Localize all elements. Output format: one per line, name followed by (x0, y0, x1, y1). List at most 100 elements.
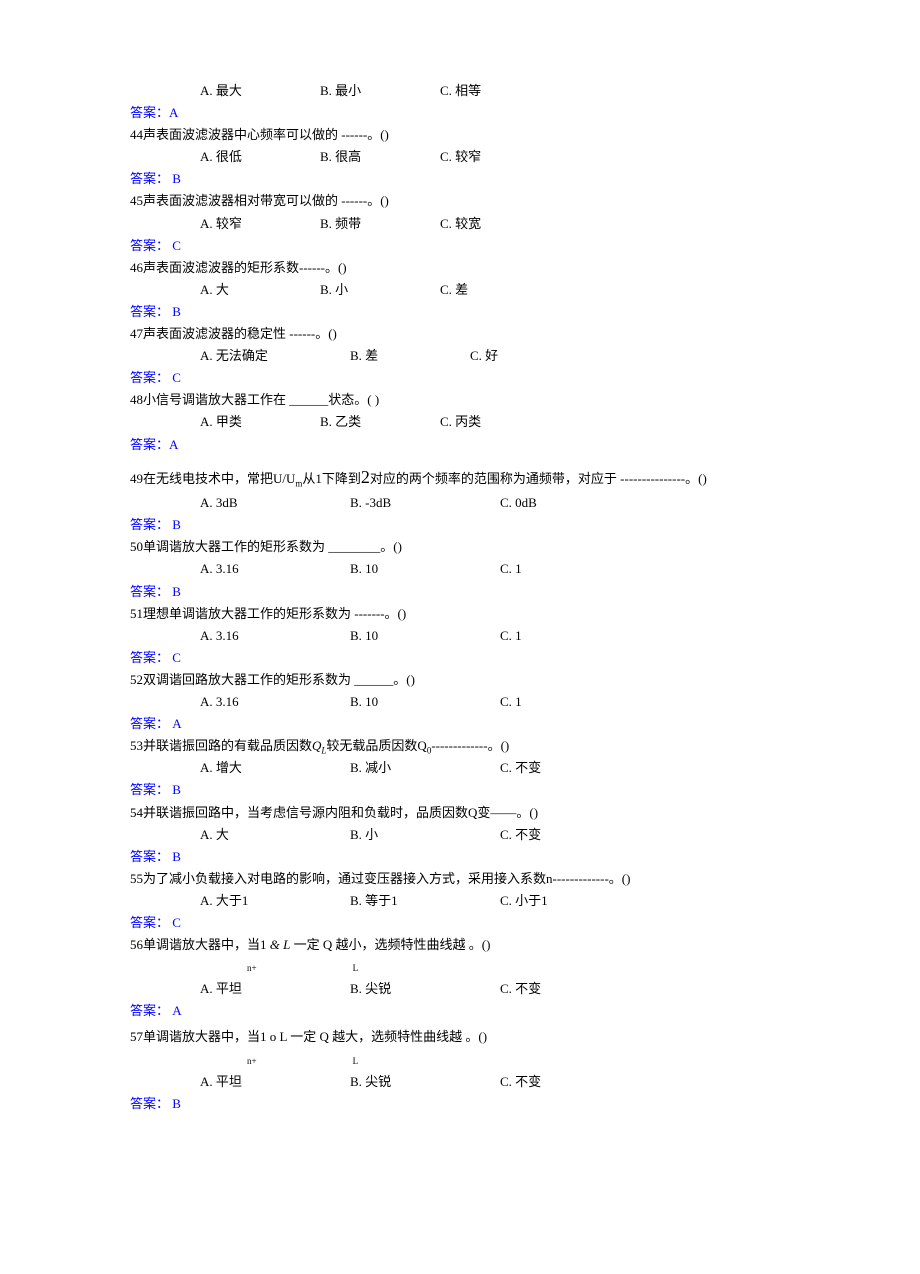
question-body: 声表面波滤波器的稳定性 ------。() (143, 326, 337, 341)
question-body: 双调谐回路放大器工作的矩形系数为 ______。() (143, 672, 415, 687)
option-a: A. 大 (200, 279, 320, 301)
options-row: A. 3dB B. -3dB C. 0dB (130, 492, 790, 514)
question-text: 57 单调谐放大器中， 当1 o L 一定 Q 越大， n+L 选频特性曲线越 … (130, 1026, 790, 1070)
option-c: C. 不变 (500, 757, 620, 779)
question-block: 57 单调谐放大器中， 当1 o L 一定 Q 越大， n+L 选频特性曲线越 … (130, 1026, 790, 1114)
option-b: B. 等于1 (350, 890, 500, 912)
options-row: A. 大于1 B. 等于1 C. 小于1 (130, 890, 790, 912)
question-block: 56 单调谐放大器中， 当1 & L 一定 Q 越小， n+L 选频特性曲线越 … (130, 934, 790, 1022)
question-text: 53并联谐振回路的有载品质因数QL较无载品质因数Q0-------------。… (130, 735, 790, 757)
options-row: A. 3.16 B. 10 C. 1 (130, 691, 790, 713)
option-a: A. 很低 (200, 146, 320, 168)
option-a: A. 增大 (200, 757, 350, 779)
option-b: B. -3dB (350, 492, 500, 514)
options-row: A. 较窄 B. 频带 C. 较宽 (130, 213, 790, 235)
question-text: 49在无线电技术中，常把U/Um从1下降到2对应的两个频率的范围称为通频带，对应… (130, 462, 790, 493)
options-row: A. 平坦 B. 尖锐 C. 不变 (130, 978, 790, 1000)
question-num: 50 (130, 539, 143, 554)
question-body: 声表面波滤波器中心频率可以做的 ------。() (143, 127, 389, 142)
question-text: 55为了减小负载接入对电路的影响，通过变压器接入方式，采用接入系数n------… (130, 868, 790, 890)
question-block: 54并联谐振回路中，当考虑信号源内阻和负载时，品质因数Q变——。() A. 大 … (130, 802, 790, 868)
option-b: B. 很高 (320, 146, 440, 168)
option-a: A. 平坦 (200, 978, 350, 1000)
question-text: 47声表面波滤波器的稳定性 ------。() (130, 323, 790, 345)
q-text-part: 从1下降到 (302, 471, 361, 486)
answer: 答案： B (130, 168, 790, 190)
option-b: B. 减小 (350, 757, 500, 779)
subscript: L (353, 963, 359, 973)
question-num: 55 (130, 871, 143, 886)
subscript: L (353, 1056, 359, 1066)
amp-symbol: & (270, 937, 283, 952)
option-c: C. 丙类 (440, 411, 560, 433)
q-text-part: 对应的两个频率的范围称为通频带，对应于 ---------------。() (370, 471, 707, 486)
question-body: 并联谐振回路中，当考虑信号源内阻和负载时，品质因数Q变——。() (143, 805, 538, 820)
option-a: A. 大 (200, 824, 350, 846)
options-row: A. 平坦 B. 尖锐 C. 不变 (130, 1071, 790, 1093)
option-c: C. 0dB (500, 492, 620, 514)
q-text-part: 一定 Q (290, 937, 332, 952)
question-text: 56 单调谐放大器中， 当1 & L 一定 Q 越小， n+L 选频特性曲线越 … (130, 934, 790, 978)
q-text-part: -------------。() (431, 738, 509, 753)
answer: 答案： A (130, 1000, 790, 1022)
question-body: 声表面波滤波器相对带宽可以做的 ------。() (143, 193, 389, 208)
option-c: C. 不变 (500, 1071, 620, 1093)
question-block: 47声表面波滤波器的稳定性 ------。() A. 无法确定 B. 差 C. … (130, 323, 790, 389)
option-c: C. 相等 (440, 80, 560, 102)
answer: 答案： B (130, 1093, 790, 1115)
question-block: 50单调谐放大器工作的矩形系数为 ________。() A. 3.16 B. … (130, 536, 790, 602)
q-text-part: 在无线电技术中，常把U/U (143, 471, 295, 486)
question-text: 45声表面波滤波器相对带宽可以做的 ------。() (130, 190, 790, 212)
question-body: 声表面波滤波器的矩形系数------。() (143, 260, 347, 275)
question-num: 44 (130, 127, 143, 142)
question-num: 46 (130, 260, 143, 275)
option-c: C. 差 (440, 279, 560, 301)
options-row: A. 3.16 B. 10 C. 1 (130, 558, 790, 580)
option-a: A. 3.16 (200, 558, 350, 580)
option-a: A. 3.16 (200, 691, 350, 713)
options-row: A. 无法确定 B. 差 C. 好 (130, 345, 790, 367)
question-num: 47 (130, 326, 143, 341)
answer: 答案： B (130, 514, 790, 536)
option-c: C. 较宽 (440, 213, 560, 235)
question-block: 49在无线电技术中，常把U/Um从1下降到2对应的两个频率的范围称为通频带，对应… (130, 462, 790, 537)
question-text: 52双调谐回路放大器工作的矩形系数为 ______。() (130, 669, 790, 691)
option-c: C. 好 (470, 345, 590, 367)
option-a: A. 甲类 (200, 411, 320, 433)
q-text-part: 当1 o L 一定 Q (247, 1029, 329, 1044)
question-num: 56 (130, 934, 143, 956)
q-text-part: 单调谐放大器中， (143, 1026, 247, 1048)
answer: 答案： B (130, 301, 790, 323)
option-a: A. 较窄 (200, 213, 320, 235)
question-body: 理想单调谐放大器工作的矩形系数为 -------。() (143, 606, 406, 621)
question-num: 49 (130, 471, 143, 486)
option-b: B. 尖锐 (350, 1071, 500, 1093)
q-text-part: 选频特性曲线越 。() (371, 1026, 487, 1048)
options-row: A. 大 B. 小 C. 差 (130, 279, 790, 301)
option-b: B. 10 (350, 558, 500, 580)
question-block: 55为了减小负载接入对电路的影响，通过变压器接入方式，采用接入系数n------… (130, 868, 790, 934)
question-text: 46声表面波滤波器的矩形系数------。() (130, 257, 790, 279)
question-num: 51 (130, 606, 143, 621)
option-c: C. 不变 (500, 978, 620, 1000)
subscript: n+ (247, 1056, 257, 1066)
question-block: 45声表面波滤波器相对带宽可以做的 ------。() A. 较窄 B. 频带 … (130, 190, 790, 256)
question-block: 48小信号调谐放大器工作在 ______状态。( ) A. 甲类 B. 乙类 C… (130, 389, 790, 455)
q-text-part: 越大， (329, 1029, 371, 1044)
option-b: B. 差 (350, 345, 470, 367)
options-row: A. 3.16 B. 10 C. 1 (130, 625, 790, 647)
answer: 答案： B (130, 581, 790, 603)
option-c: C. 1 (500, 625, 620, 647)
question-num: 54 (130, 805, 143, 820)
options-row: A. 大 B. 小 C. 不变 (130, 824, 790, 846)
question-num: 53 (130, 738, 143, 753)
options-row: A. 很低 B. 很高 C. 较窄 (130, 146, 790, 168)
question-text: 44声表面波滤波器中心频率可以做的 ------。() (130, 124, 790, 146)
option-b: B. 尖锐 (350, 978, 500, 1000)
q-text-part: 单调谐放大器中， (143, 934, 247, 956)
question-text: 50单调谐放大器工作的矩形系数为 ________。() (130, 536, 790, 558)
q-text-part: 当1 (247, 937, 270, 952)
answer: 答案：A (130, 102, 790, 124)
question-body: 单调谐放大器工作的矩形系数为 ________。() (143, 539, 402, 554)
subscript: n+ (247, 963, 257, 973)
